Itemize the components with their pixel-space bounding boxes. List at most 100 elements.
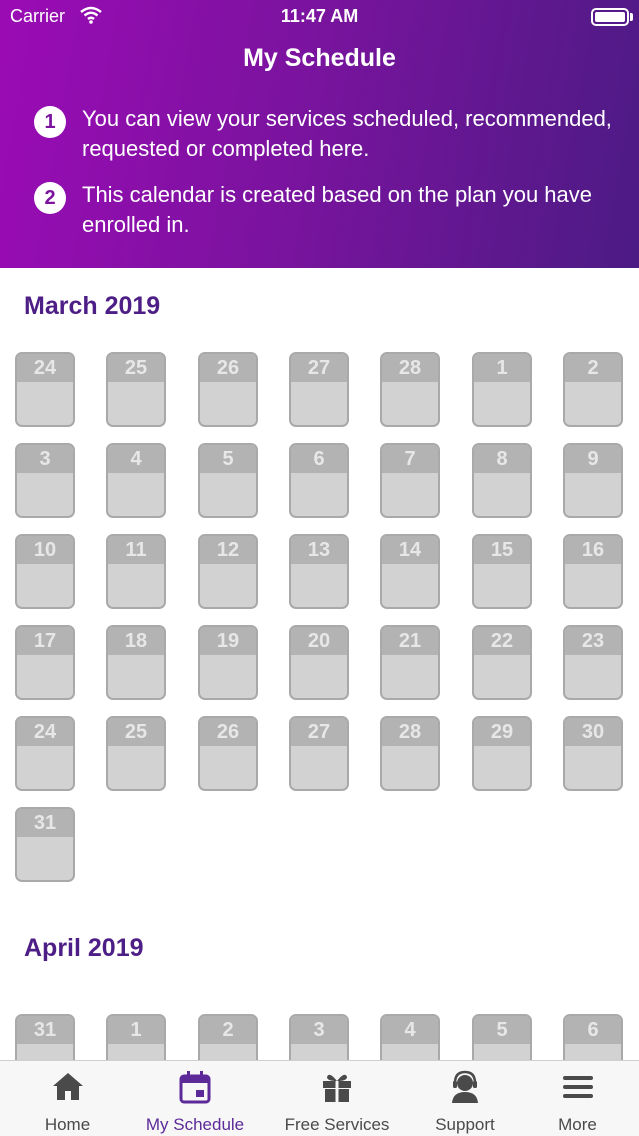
calendar-day-number: 21 xyxy=(382,627,438,655)
calendar-day-number: 25 xyxy=(108,354,164,382)
status-bar: Carrier 11:47 AM xyxy=(0,0,639,34)
month-title-april: April 2019 xyxy=(24,934,144,962)
tab-label: More xyxy=(558,1115,597,1134)
calendar-day[interactable]: 5 xyxy=(198,443,258,518)
info-number-badge: 2 xyxy=(34,182,66,214)
tab-home[interactable]: Home xyxy=(10,1061,125,1136)
calendar-day-number: 12 xyxy=(200,536,256,564)
tab-bar: Home My Schedule Free Services Support M… xyxy=(0,1060,639,1136)
calendar-day-number: 27 xyxy=(291,354,347,382)
tab-label: Free Services xyxy=(284,1115,390,1134)
calendar-day-number: 10 xyxy=(17,536,73,564)
calendar-day-number: 6 xyxy=(291,445,347,473)
calendar-day-number: 26 xyxy=(200,718,256,746)
calendar-day[interactable]: 15 xyxy=(472,534,532,609)
calendar-day[interactable]: 7 xyxy=(380,443,440,518)
calendar-day[interactable]: 8 xyxy=(472,443,532,518)
calendar-day-number: 8 xyxy=(474,445,530,473)
info-text: You can view your services scheduled, re… xyxy=(82,106,612,161)
tab-free-services[interactable]: Free Services xyxy=(272,1061,402,1136)
calendar-day[interactable]: 24 xyxy=(15,716,75,791)
calendar-day[interactable]: 26 xyxy=(198,352,258,427)
calendar-day[interactable]: 22 xyxy=(472,625,532,700)
calendar-day[interactable]: 12 xyxy=(198,534,258,609)
tab-label: Support xyxy=(435,1115,495,1134)
calendar-day-number: 13 xyxy=(291,536,347,564)
menu-icon xyxy=(562,1076,593,1098)
calendar-day[interactable]: 29 xyxy=(472,716,532,791)
info-number-badge: 1 xyxy=(34,106,66,138)
calendar-day[interactable]: 28 xyxy=(380,352,440,427)
calendar-day-number: 5 xyxy=(474,1016,530,1044)
calendar-day-number: 9 xyxy=(565,445,621,473)
calendar-day-number: 29 xyxy=(474,718,530,746)
status-time: 11:47 AM xyxy=(280,6,359,26)
calendar-day-number: 27 xyxy=(291,718,347,746)
calendar-day[interactable]: 3 xyxy=(15,443,75,518)
calendar-day-number: 24 xyxy=(17,354,73,382)
calendar-day-number: 30 xyxy=(565,718,621,746)
gift-icon xyxy=(323,1074,351,1102)
calendar-day[interactable]: 20 xyxy=(289,625,349,700)
calendar-day-number: 22 xyxy=(474,627,530,655)
support-agent-icon xyxy=(452,1070,478,1103)
calendar-day-number: 2 xyxy=(565,354,621,382)
calendar-day[interactable]: 24 xyxy=(15,352,75,427)
calendar-day[interactable]: 2 xyxy=(563,352,623,427)
battery-icon xyxy=(591,8,629,26)
tab-more[interactable]: More xyxy=(530,1061,625,1136)
header: Carrier 11:47 AM My Schedule 1 You can v… xyxy=(0,0,639,268)
calendar-day[interactable]: 27 xyxy=(289,352,349,427)
home-icon xyxy=(52,1073,83,1100)
calendar-day[interactable]: 13 xyxy=(289,534,349,609)
calendar-day[interactable]: 4 xyxy=(106,443,166,518)
calendar-day-number: 19 xyxy=(200,627,256,655)
calendar-day[interactable]: 10 xyxy=(15,534,75,609)
calendar-day[interactable]: 25 xyxy=(106,716,166,791)
calendar-day[interactable]: 30 xyxy=(563,716,623,791)
calendar-day-number: 4 xyxy=(382,1016,438,1044)
calendar-day-number: 1 xyxy=(108,1016,164,1044)
info-text: This calendar is created based on the pl… xyxy=(82,182,592,237)
battery-tip xyxy=(630,13,633,21)
calendar-day-number: 1 xyxy=(474,354,530,382)
calendar-day-number: 3 xyxy=(17,445,73,473)
calendar-day[interactable]: 25 xyxy=(106,352,166,427)
calendar-day-number: 31 xyxy=(17,1016,73,1044)
calendar-day-number: 14 xyxy=(382,536,438,564)
calendar-day-number: 16 xyxy=(565,536,621,564)
calendar-day[interactable]: 18 xyxy=(106,625,166,700)
page-title: My Schedule xyxy=(243,44,396,72)
calendar-day[interactable]: 9 xyxy=(563,443,623,518)
calendar-day[interactable]: 21 xyxy=(380,625,440,700)
calendar-day-number: 7 xyxy=(382,445,438,473)
calendar-day[interactable]: 26 xyxy=(198,716,258,791)
calendar-day-number: 5 xyxy=(200,445,256,473)
calendar-day-number: 3 xyxy=(291,1016,347,1044)
calendar-day-number: 25 xyxy=(108,718,164,746)
calendar-day-number: 20 xyxy=(291,627,347,655)
calendar-day[interactable]: 31 xyxy=(15,807,75,882)
calendar-day[interactable]: 17 xyxy=(15,625,75,700)
tab-label: My Schedule xyxy=(145,1115,245,1134)
calendar-day-number: 28 xyxy=(382,718,438,746)
calendar-day-number: 18 xyxy=(108,627,164,655)
calendar-day-number: 6 xyxy=(565,1016,621,1044)
calendar-day[interactable]: 27 xyxy=(289,716,349,791)
calendar-day[interactable]: 23 xyxy=(563,625,623,700)
calendar-day[interactable]: 16 xyxy=(563,534,623,609)
calendar-day-number: 11 xyxy=(108,536,164,564)
calendar-day[interactable]: 11 xyxy=(106,534,166,609)
calendar-day[interactable]: 6 xyxy=(289,443,349,518)
calendar-day[interactable]: 1 xyxy=(472,352,532,427)
calendar-day[interactable]: 14 xyxy=(380,534,440,609)
tab-my-schedule[interactable]: My Schedule xyxy=(130,1061,260,1136)
tab-support[interactable]: Support xyxy=(410,1061,520,1136)
calendar-day[interactable]: 19 xyxy=(198,625,258,700)
calendar-day-number: 17 xyxy=(17,627,73,655)
calendar-day-number: 31 xyxy=(17,809,73,837)
calendar-day-number: 28 xyxy=(382,354,438,382)
calendar-day-number: 24 xyxy=(17,718,73,746)
month-title-march: March 2019 xyxy=(24,292,161,320)
calendar-day[interactable]: 28 xyxy=(380,716,440,791)
